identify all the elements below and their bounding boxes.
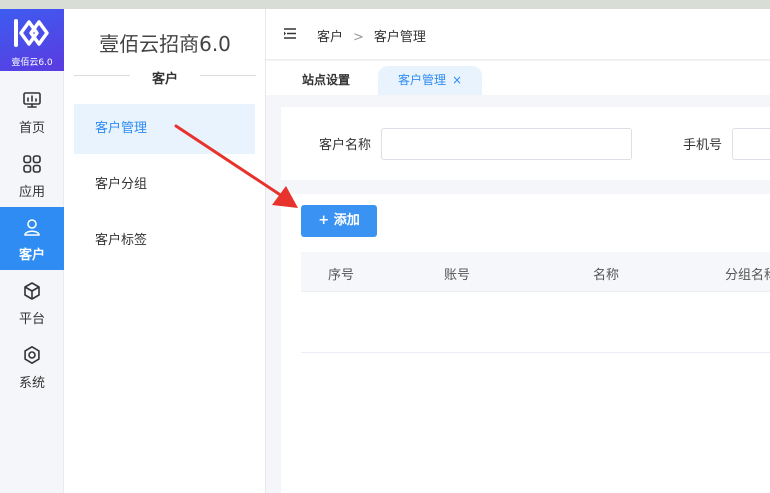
close-icon[interactable]: × (452, 73, 462, 87)
customer-name-input[interactable] (381, 128, 632, 160)
breadcrumb: 客户 > 客户管理 (317, 26, 426, 45)
divider (200, 75, 256, 76)
logo-mark-icon (14, 19, 49, 47)
monitor-icon (23, 92, 41, 108)
search-form: 客户名称 手机号 (281, 107, 770, 180)
rail-item-system[interactable]: 系统 (0, 335, 64, 398)
rail-item-label: 客户 (18, 248, 45, 263)
submenu-item-customer-group[interactable]: 客户分组 (74, 160, 255, 210)
app-title: 壹佰云招商6.0 (99, 32, 231, 56)
breadcrumb-separator: > (353, 30, 364, 45)
gear-icon (24, 346, 40, 364)
divider (74, 75, 130, 76)
customer-list-card: + 添加 序号 账号 名称 分组名称 (281, 194, 770, 493)
rail-item-label: 应用 (18, 185, 45, 200)
table-header: 序号 账号 名称 分组名称 (301, 252, 770, 292)
window-top-strip (0, 0, 770, 9)
icon-rail: 壹佰云6.0 首页 应用 客户 平台 系统 (0, 9, 64, 493)
phone-input[interactable] (732, 128, 770, 160)
menu-fold-icon[interactable] (284, 28, 296, 39)
tab-site-settings[interactable]: 站点设置 (290, 66, 362, 95)
column-header-index: 序号 (328, 268, 355, 283)
submenu-item-customer-management[interactable]: 客户管理 (74, 104, 255, 154)
phone-label: 手机号 (683, 138, 723, 153)
tabs-bar: 站点设置 客户管理 × (266, 61, 770, 95)
main-area: 客户 > 客户管理 站点设置 客户管理 × 客户名称 手机号 + 添加 序号 账号 名… (266, 9, 770, 493)
breadcrumb-item[interactable]: 客户 (317, 30, 343, 45)
column-header-group-name: 分组名称 (725, 268, 770, 283)
rail-item-customer[interactable]: 客户 (0, 207, 64, 270)
customer-name-label: 客户名称 (319, 138, 372, 153)
rail-item-platform[interactable]: 平台 (0, 271, 64, 334)
apps-grid-icon (23, 155, 41, 173)
submenu-section-title: 客户 (151, 72, 178, 87)
rail-item-label: 平台 (18, 312, 45, 327)
tab-label: 客户管理 (398, 73, 447, 87)
top-header: 客户 > 客户管理 (266, 9, 770, 60)
user-icon (24, 219, 40, 236)
add-button[interactable]: + 添加 (301, 205, 377, 237)
cube-icon (24, 282, 40, 300)
rail-item-apps[interactable]: 应用 (0, 144, 64, 207)
rail-item-label: 系统 (18, 376, 45, 391)
logo-text: 壹佰云6.0 (11, 58, 53, 68)
submenu-panel: 壹佰云招商6.0 客户 客户管理 客户分组 客户标签 (64, 9, 266, 493)
rail-item-home[interactable]: 首页 (0, 80, 64, 143)
tab-customer-management[interactable]: 客户管理 × (378, 66, 483, 95)
submenu-item-customer-tag[interactable]: 客户标签 (74, 216, 255, 266)
breadcrumb-item-current: 客户管理 (373, 30, 426, 45)
table-row (301, 293, 770, 353)
column-header-name: 名称 (593, 268, 620, 283)
rail-item-label: 首页 (18, 121, 45, 136)
column-header-account: 账号 (444, 268, 471, 283)
tab-label: 站点设置 (302, 73, 351, 87)
brand-logo[interactable]: 壹佰云6.0 (0, 9, 64, 71)
